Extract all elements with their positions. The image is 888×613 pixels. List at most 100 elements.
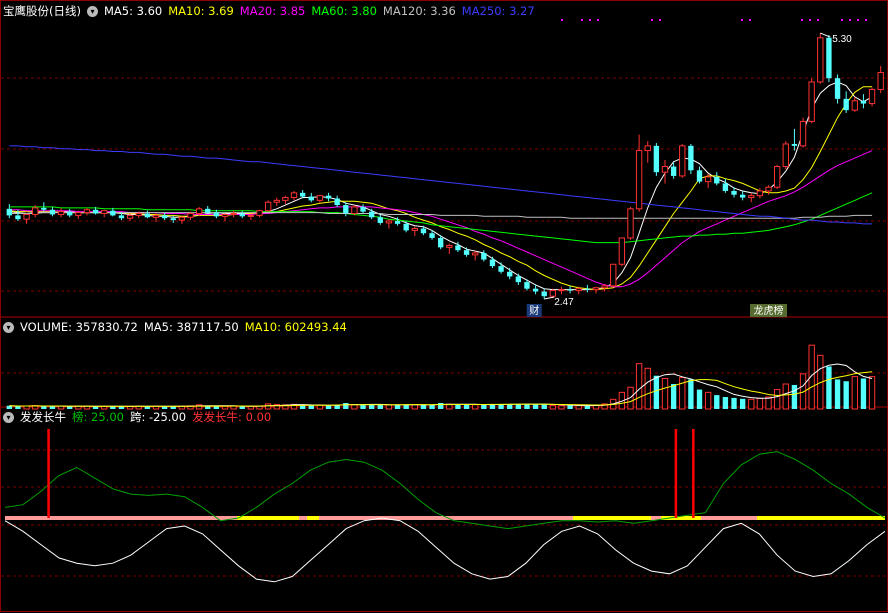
candle-body — [756, 190, 764, 197]
price-chart[interactable] — [6, 33, 884, 300]
volume-bar — [524, 404, 530, 409]
candle-body — [239, 213, 245, 217]
candle-body — [748, 195, 755, 199]
volume-bar — [532, 404, 539, 409]
candle-body — [507, 271, 513, 277]
volume-bar — [403, 404, 409, 409]
signal-dot — [651, 19, 653, 21]
volume-bar — [472, 404, 479, 410]
volume-chart[interactable] — [6, 344, 876, 410]
volume-bar — [455, 404, 461, 409]
volume-bar — [791, 384, 798, 409]
volume-bar — [670, 384, 677, 409]
candle — [799, 117, 807, 148]
candle-body — [135, 213, 142, 216]
ma-legend: MA5: 3.60 MA10: 3.69 MA20: 3.85 MA60: 3.80 M… — [104, 3, 535, 19]
candle — [739, 190, 746, 201]
candle-body — [256, 210, 263, 216]
zero-band — [5, 516, 237, 520]
candle — [567, 285, 573, 294]
volume-bar — [635, 363, 643, 410]
legend-label: MA250: 3.27 — [461, 4, 535, 18]
volume-bar — [826, 366, 832, 409]
low-label: 2.47 — [554, 297, 574, 308]
candle — [334, 195, 340, 207]
candle-body — [144, 213, 151, 218]
candle-body — [549, 290, 557, 297]
candle — [834, 74, 841, 104]
candle-body — [325, 195, 332, 199]
candle-body — [67, 211, 73, 216]
candle-body — [75, 212, 82, 216]
candle-body — [868, 88, 876, 105]
candle-body — [394, 221, 401, 224]
candle-body — [411, 228, 418, 231]
candle — [403, 221, 409, 233]
volume-bar — [860, 378, 867, 409]
candle — [782, 141, 789, 170]
signal-dot — [581, 19, 583, 21]
badge-cai: 财 — [526, 304, 542, 317]
candle — [325, 192, 332, 202]
candle-body — [635, 150, 643, 210]
volume-bar — [688, 379, 694, 409]
signal-dot — [741, 19, 743, 21]
candle-body — [627, 208, 634, 239]
legend-label: VOLUME: 357830.72 — [20, 320, 138, 334]
volume-bar — [360, 405, 366, 409]
volume-bar — [343, 402, 349, 409]
candle-body — [773, 166, 781, 188]
signal-dot — [659, 19, 661, 21]
candle — [308, 192, 314, 203]
candle — [377, 214, 383, 225]
volume-bar — [756, 397, 764, 410]
candle-body — [213, 212, 220, 217]
legend-label: MA60: 3.80 — [311, 4, 377, 18]
candle — [256, 209, 263, 218]
candle-body — [32, 207, 39, 215]
collapse-icon[interactable]: ▾ — [86, 5, 98, 17]
indicator-chart[interactable] — [4, 429, 886, 583]
candle — [877, 65, 884, 94]
indicator-legend: 榜: 25.00 跨: -25.00 发发长牛: 0.00 — [72, 409, 271, 425]
candle-body — [696, 170, 703, 182]
candle — [714, 172, 720, 186]
candle — [489, 256, 496, 269]
volume-bar — [481, 404, 487, 409]
candle-body — [23, 213, 30, 220]
candle — [532, 284, 539, 295]
signal-dot — [841, 19, 843, 21]
candle — [817, 33, 824, 84]
collapse-icon[interactable]: ▾ — [3, 411, 14, 423]
candle — [57, 207, 65, 218]
volume-bar — [868, 376, 876, 410]
candle — [273, 197, 280, 206]
high-label: 5.30 — [832, 34, 852, 45]
candle — [808, 78, 815, 124]
candle-body — [834, 78, 841, 99]
candle-body — [731, 190, 737, 195]
candle — [264, 200, 272, 212]
candle-body — [273, 199, 280, 203]
candle — [722, 178, 729, 193]
candle-body — [765, 186, 772, 192]
volume-bar — [420, 404, 427, 409]
candle-body — [57, 211, 65, 215]
zero-band — [237, 516, 299, 520]
candle-body — [299, 192, 306, 197]
signal-dot — [561, 19, 563, 21]
legend-label: MA5: 387117.50 — [143, 320, 239, 334]
volume-bar — [843, 381, 849, 409]
indicator-line — [4, 517, 886, 583]
volume-legend: VOLUME: 357830.72 MA5: 387117.50 MA10: 602… — [20, 319, 347, 335]
candle — [178, 216, 186, 224]
collapse-icon[interactable]: ▾ — [3, 321, 14, 333]
candle-body — [92, 209, 99, 214]
candle-body — [170, 218, 176, 221]
candle-body — [679, 145, 686, 177]
candle-body — [187, 213, 194, 218]
candle — [385, 219, 393, 229]
candle — [791, 128, 798, 151]
candle-body — [438, 237, 444, 248]
legend-label: MA20: 3.85 — [239, 4, 306, 18]
